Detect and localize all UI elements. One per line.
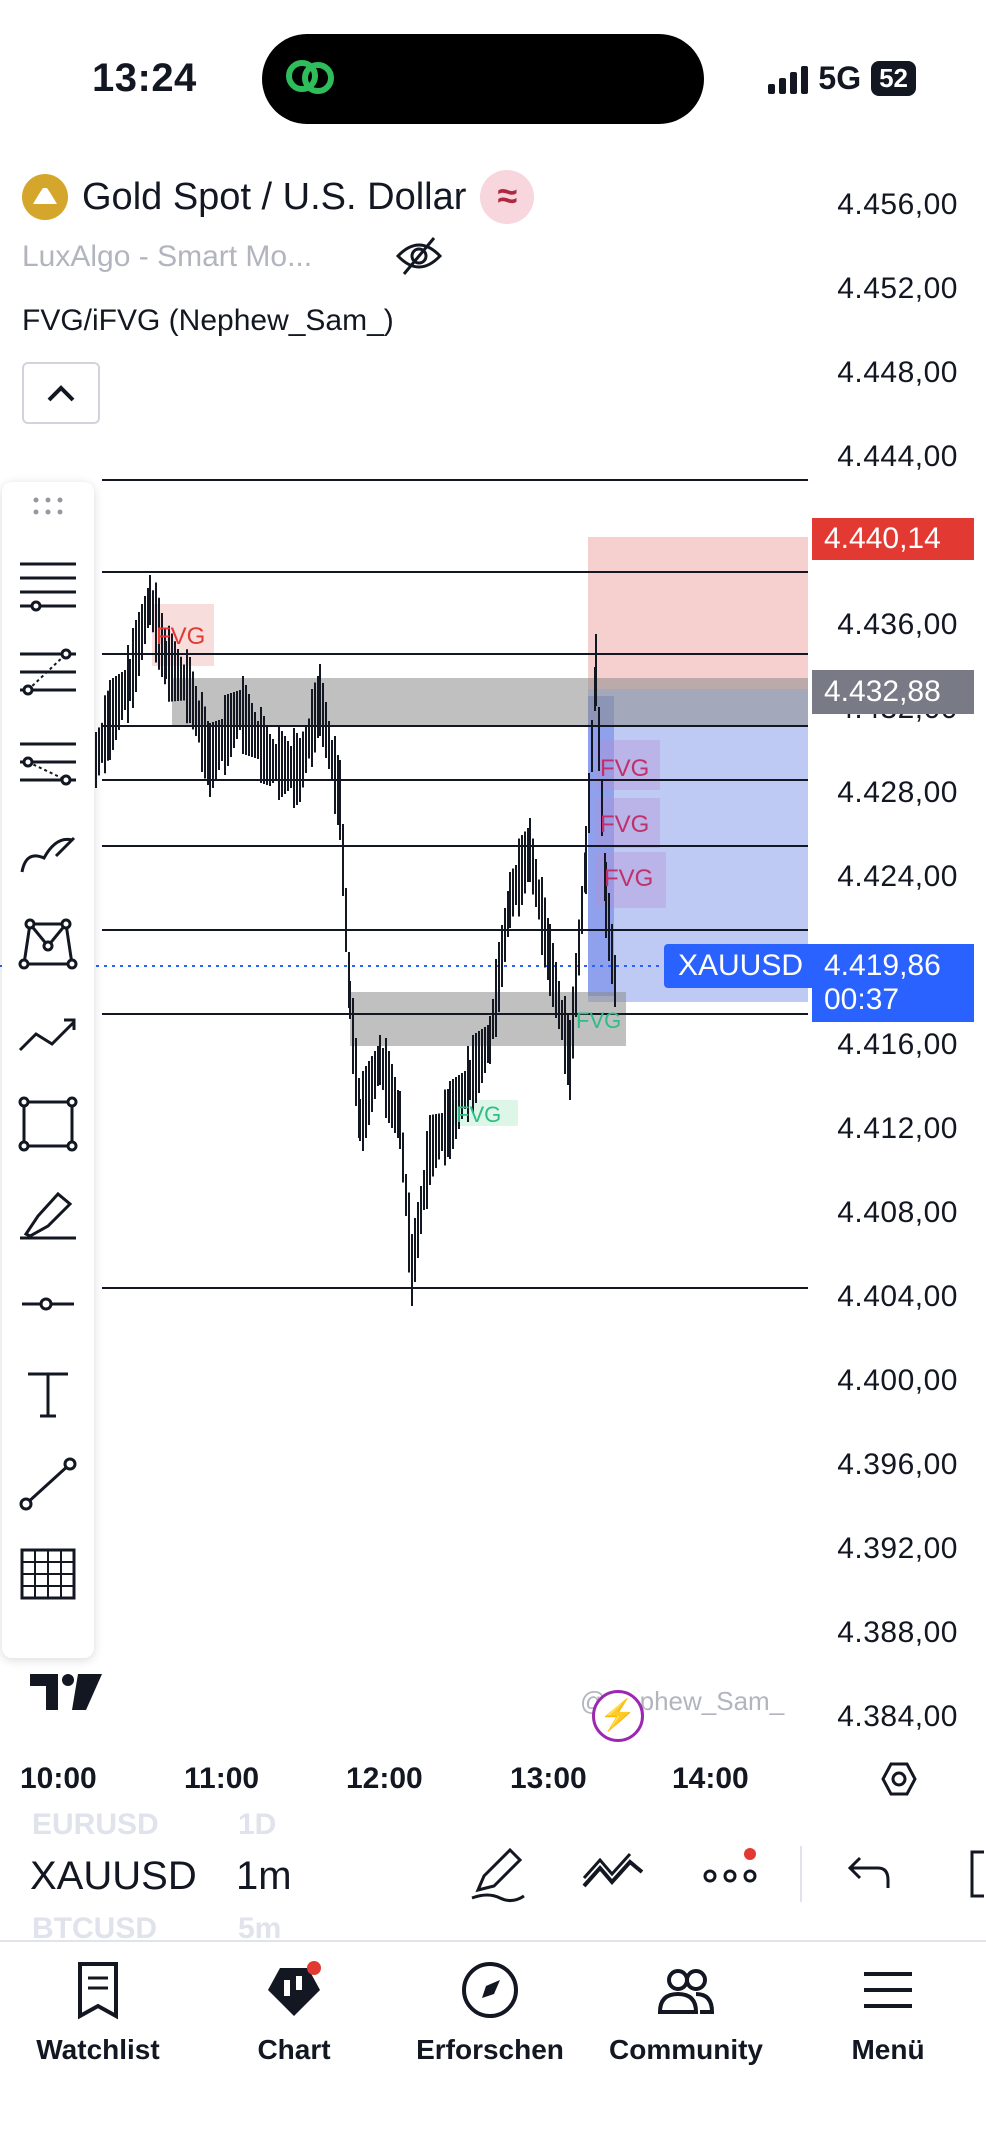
price-tick: 4.448,00 [837,356,958,389]
fvg-label: FVG [156,623,205,650]
drag-handle-icon[interactable] [12,486,84,526]
time-tick: 13:00 [510,1762,587,1795]
pattern-icon[interactable] [12,908,84,980]
indicator-luxalgo[interactable]: LuxAlgo - Smart Mo... [22,240,312,274]
picker-prev-symbol[interactable]: EURUSD [32,1808,159,1842]
price-tick: 4.456,00 [837,188,958,221]
price-tick: 4.424,00 [837,860,958,893]
price-tick: 4.452,00 [837,272,958,305]
more-icon[interactable] [700,1844,766,1904]
tab-chart[interactable]: Chart [196,1960,392,2066]
community-icon [657,1969,715,2014]
fvg-label: FVG [600,755,649,782]
tab-label: Watchlist [36,2034,160,2065]
text-icon[interactable] [12,1358,84,1430]
fib-extension-icon[interactable] [12,728,84,800]
tab-community[interactable]: Community [588,1960,784,2066]
fvg-label: FVG [456,1102,501,1127]
tab-explore[interactable]: Erforschen [392,1960,588,2066]
fib-retracement-icon[interactable] [12,638,84,710]
bolt-icon[interactable]: ⚡ [592,1690,644,1742]
price-tick: 4.428,00 [837,776,958,809]
fullscreen-icon[interactable] [958,1844,986,1904]
price-tick: 4.412,00 [837,1112,958,1145]
bottom-tab-bar: Watchlist Chart Erforschen Community Men… [0,1940,986,2144]
bar-countdown: 00:37 [824,983,900,1016]
tab-watchlist[interactable]: Watchlist [0,1960,196,2066]
time-tick: 14:00 [672,1762,749,1795]
price-tick: 4.400,00 [837,1364,958,1397]
picker-prev-interval[interactable]: 1D [238,1808,276,1842]
fvg-label: FVG [600,811,649,838]
price-tick: 4.436,00 [837,608,958,641]
fvg-label: FVG [576,1008,621,1033]
horizontal-ray-icon[interactable] [12,1268,84,1340]
drawing-pen-icon[interactable] [466,1844,532,1904]
eye-off-icon[interactable] [394,234,444,278]
tab-menu[interactable]: Menü [790,1960,986,2066]
tradingview-logo-icon [30,1674,102,1710]
symbol-title[interactable]: Gold Spot / U.S. Dollar [82,176,466,219]
time-tick: 11:00 [184,1762,260,1795]
fvg-label: FVG [604,865,653,892]
price-tick: 4.444,00 [837,440,958,473]
current-symbol-tag: XAUUSD [664,944,818,988]
symbol-header[interactable]: Gold Spot / U.S. Dollar ≈ [22,170,535,224]
current-price-value: 4.419,86 [824,949,941,982]
cfd-badge-icon[interactable]: ≈ [480,170,535,224]
entry-price-tag: 4.432,88 [812,670,974,714]
tab-label: Community [609,2034,763,2065]
gold-logo-icon [22,174,68,220]
price-tick: 4.408,00 [837,1196,958,1229]
toolbar-divider [800,1846,802,1902]
collapse-indicators-button[interactable] [22,362,100,424]
tab-label: Menü [851,2034,925,2065]
price-tick: 4.396,00 [837,1448,958,1481]
highlighter-icon[interactable] [12,1178,84,1250]
stop-loss-zone [588,537,808,689]
grid-icon[interactable] [12,1538,84,1610]
drawing-toolbar [2,482,94,1658]
stop-price-tag: 4.440,14 [812,518,974,560]
horizontal-lines-icon[interactable] [12,548,84,620]
trend-line-icon[interactable] [12,1448,84,1520]
price-tick: 4.384,00 [837,1700,958,1733]
indicator-fvg[interactable]: FVG/iFVG (Nephew_Sam_) [22,304,394,338]
current-price-tag: 4.419,86 00:37 [812,944,974,1022]
undo-icon[interactable] [840,1844,896,1904]
indicators-icon[interactable] [580,1844,646,1904]
price-tick: 4.404,00 [837,1280,958,1313]
tab-label: Erforschen [416,2034,564,2065]
watchlist-icon [78,1962,118,2020]
chevron-up-icon [47,385,75,402]
chart-icon [268,1961,321,2016]
chart-settings-icon[interactable] [880,1760,918,1798]
rectangle-icon[interactable] [12,1088,84,1160]
brush-icon[interactable] [12,818,84,890]
time-tick: 10:00 [20,1762,97,1795]
price-tick: 4.392,00 [837,1532,958,1565]
symbol-selector[interactable]: XAUUSD [30,1854,197,1899]
price-tick: 4.416,00 [837,1028,958,1061]
interval-selector[interactable]: 1m [236,1854,292,1899]
tab-label: Chart [257,2034,331,2065]
time-tick: 12:00 [346,1762,423,1795]
fvg-block-upper [172,678,808,726]
compass-icon [462,1962,518,2018]
price-tick: 4.388,00 [837,1616,958,1649]
menu-icon [864,1972,912,2008]
path-icon[interactable] [12,998,84,1070]
